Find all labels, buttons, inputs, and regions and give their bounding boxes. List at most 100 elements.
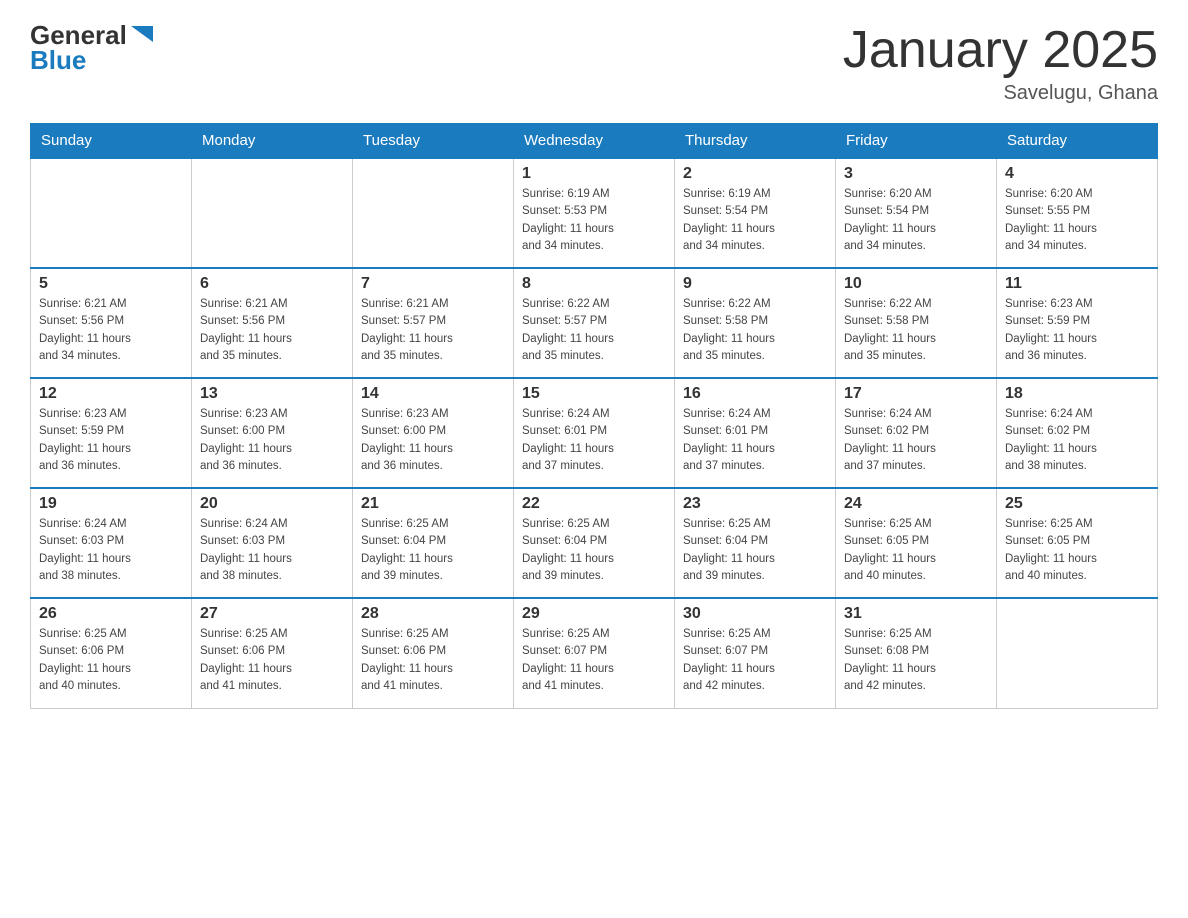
day-number: 11 [1005, 275, 1149, 293]
day-info: Sunrise: 6:24 AM Sunset: 6:02 PM Dayligh… [1005, 406, 1149, 475]
calendar-cell [192, 158, 353, 268]
calendar-cell: 19 Sunrise: 6:24 AM Sunset: 6:03 PM Dayli… [31, 488, 192, 598]
calendar-cell: 23 Sunrise: 6:25 AM Sunset: 6:04 PM Dayli… [675, 488, 836, 598]
calendar-cell: 24Sunrise: 6:25 AM Sunset: 6:05 PM Dayli… [836, 488, 997, 598]
calendar-cell: 1 Sunrise: 6:19 AM Sunset: 5:53 PM Daylig… [514, 158, 675, 268]
day-number: 27 [200, 605, 344, 623]
calendar-cell: 9 Sunrise: 6:22 AM Sunset: 5:58 PM Daylig… [675, 268, 836, 378]
title-section: January 2025 Savelugu, Ghana [843, 20, 1158, 105]
calendar-cell: 21Sunrise: 6:25 AM Sunset: 6:04 PM Dayli… [353, 488, 514, 598]
day-info: Sunrise: 6:25 AM Sunset: 6:05 PM Dayligh… [1005, 516, 1149, 585]
calendar-title: January 2025 [843, 20, 1158, 80]
day-number: 30 [683, 605, 827, 623]
calendar-cell: 16 Sunrise: 6:24 AM Sunset: 6:01 PM Dayli… [675, 378, 836, 488]
week-row-5: 26Sunrise: 6:25 AM Sunset: 6:06 PM Dayli… [31, 598, 1158, 708]
calendar-cell: 11 Sunrise: 6:23 AM Sunset: 5:59 PM Dayli… [997, 268, 1158, 378]
day-info: Sunrise: 6:25 AM Sunset: 6:08 PM Dayligh… [844, 626, 988, 695]
week-row-4: 19 Sunrise: 6:24 AM Sunset: 6:03 PM Dayli… [31, 488, 1158, 598]
col-thursday: Thursday [675, 124, 836, 159]
day-info: Sunrise: 6:21 AM Sunset: 5:56 PM Dayligh… [39, 296, 183, 365]
day-info: Sunrise: 6:25 AM Sunset: 6:06 PM Dayligh… [39, 626, 183, 695]
day-number: 3 [844, 165, 988, 183]
calendar-header-row: Sunday Monday Tuesday Wednesday Thursday… [31, 124, 1158, 159]
day-info: Sunrise: 6:25 AM Sunset: 6:07 PM Dayligh… [522, 626, 666, 695]
day-number: 5 [39, 275, 183, 293]
day-number: 25 [1005, 495, 1149, 513]
calendar-cell: 7 Sunrise: 6:21 AM Sunset: 5:57 PM Daylig… [353, 268, 514, 378]
day-info: Sunrise: 6:22 AM Sunset: 5:58 PM Dayligh… [844, 296, 988, 365]
calendar-cell: 30 Sunrise: 6:25 AM Sunset: 6:07 PM Dayli… [675, 598, 836, 708]
col-wednesday: Wednesday [514, 124, 675, 159]
calendar-cell: 12Sunrise: 6:23 AM Sunset: 5:59 PM Dayli… [31, 378, 192, 488]
day-number: 29 [522, 605, 666, 623]
col-sunday: Sunday [31, 124, 192, 159]
day-number: 31 [844, 605, 988, 623]
day-info: Sunrise: 6:22 AM Sunset: 5:57 PM Dayligh… [522, 296, 666, 365]
logo: General Blue [30, 20, 157, 76]
calendar-cell: 6Sunrise: 6:21 AM Sunset: 5:56 PM Daylig… [192, 268, 353, 378]
day-number: 17 [844, 385, 988, 403]
calendar-cell [997, 598, 1158, 708]
day-info: Sunrise: 6:25 AM Sunset: 6:06 PM Dayligh… [200, 626, 344, 695]
calendar-cell: 18 Sunrise: 6:24 AM Sunset: 6:02 PM Dayli… [997, 378, 1158, 488]
calendar-cell: 4Sunrise: 6:20 AM Sunset: 5:55 PM Daylig… [997, 158, 1158, 268]
col-monday: Monday [192, 124, 353, 159]
page-header: General Blue January 2025 Savelugu, Ghan… [30, 20, 1158, 105]
day-number: 20 [200, 495, 344, 513]
day-number: 10 [844, 275, 988, 293]
day-number: 19 [39, 495, 183, 513]
calendar-subtitle: Savelugu, Ghana [843, 82, 1158, 105]
day-info: Sunrise: 6:25 AM Sunset: 6:04 PM Dayligh… [522, 516, 666, 585]
day-number: 14 [361, 385, 505, 403]
day-info: Sunrise: 6:19 AM Sunset: 5:53 PM Dayligh… [522, 186, 666, 255]
calendar-cell: 2Sunrise: 6:19 AM Sunset: 5:54 PM Daylig… [675, 158, 836, 268]
day-info: Sunrise: 6:24 AM Sunset: 6:03 PM Dayligh… [200, 516, 344, 585]
day-number: 1 [522, 165, 666, 183]
calendar-cell: 22 Sunrise: 6:25 AM Sunset: 6:04 PM Dayli… [514, 488, 675, 598]
calendar-cell: 28Sunrise: 6:25 AM Sunset: 6:06 PM Dayli… [353, 598, 514, 708]
day-info: Sunrise: 6:21 AM Sunset: 5:56 PM Dayligh… [200, 296, 344, 365]
day-number: 16 [683, 385, 827, 403]
day-number: 12 [39, 385, 183, 403]
day-info: Sunrise: 6:21 AM Sunset: 5:57 PM Dayligh… [361, 296, 505, 365]
day-number: 13 [200, 385, 344, 403]
calendar-cell: 14 Sunrise: 6:23 AM Sunset: 6:00 PM Dayli… [353, 378, 514, 488]
calendar-cell: 5 Sunrise: 6:21 AM Sunset: 5:56 PM Daylig… [31, 268, 192, 378]
calendar-cell [31, 158, 192, 268]
day-info: Sunrise: 6:25 AM Sunset: 6:05 PM Dayligh… [844, 516, 988, 585]
day-info: Sunrise: 6:25 AM Sunset: 6:04 PM Dayligh… [683, 516, 827, 585]
day-number: 9 [683, 275, 827, 293]
day-info: Sunrise: 6:22 AM Sunset: 5:58 PM Dayligh… [683, 296, 827, 365]
day-info: Sunrise: 6:25 AM Sunset: 6:07 PM Dayligh… [683, 626, 827, 695]
calendar-table: Sunday Monday Tuesday Wednesday Thursday… [30, 123, 1158, 709]
calendar-cell [353, 158, 514, 268]
day-number: 28 [361, 605, 505, 623]
calendar-cell: 20 Sunrise: 6:24 AM Sunset: 6:03 PM Dayli… [192, 488, 353, 598]
calendar-cell: 8Sunrise: 6:22 AM Sunset: 5:57 PM Daylig… [514, 268, 675, 378]
day-info: Sunrise: 6:24 AM Sunset: 6:01 PM Dayligh… [522, 406, 666, 475]
day-info: Sunrise: 6:24 AM Sunset: 6:01 PM Dayligh… [683, 406, 827, 475]
calendar-cell: 31 Sunrise: 6:25 AM Sunset: 6:08 PM Dayli… [836, 598, 997, 708]
day-number: 2 [683, 165, 827, 183]
col-friday: Friday [836, 124, 997, 159]
calendar-cell: 29 Sunrise: 6:25 AM Sunset: 6:07 PM Dayli… [514, 598, 675, 708]
day-info: Sunrise: 6:23 AM Sunset: 6:00 PM Dayligh… [361, 406, 505, 475]
day-number: 15 [522, 385, 666, 403]
day-info: Sunrise: 6:23 AM Sunset: 5:59 PM Dayligh… [1005, 296, 1149, 365]
calendar-cell: 26Sunrise: 6:25 AM Sunset: 6:06 PM Dayli… [31, 598, 192, 708]
day-number: 18 [1005, 385, 1149, 403]
day-number: 22 [522, 495, 666, 513]
day-number: 21 [361, 495, 505, 513]
calendar-cell: 25 Sunrise: 6:25 AM Sunset: 6:05 PM Dayli… [997, 488, 1158, 598]
day-info: Sunrise: 6:20 AM Sunset: 5:54 PM Dayligh… [844, 186, 988, 255]
calendar-cell: 3 Sunrise: 6:20 AM Sunset: 5:54 PM Daylig… [836, 158, 997, 268]
calendar-cell: 17Sunrise: 6:24 AM Sunset: 6:02 PM Dayli… [836, 378, 997, 488]
day-number: 4 [1005, 165, 1149, 183]
col-tuesday: Tuesday [353, 124, 514, 159]
day-number: 7 [361, 275, 505, 293]
week-row-1: 1 Sunrise: 6:19 AM Sunset: 5:53 PM Daylig… [31, 158, 1158, 268]
week-row-2: 5 Sunrise: 6:21 AM Sunset: 5:56 PM Daylig… [31, 268, 1158, 378]
day-info: Sunrise: 6:24 AM Sunset: 6:03 PM Dayligh… [39, 516, 183, 585]
logo-blue: Blue [30, 45, 86, 76]
day-number: 23 [683, 495, 827, 513]
